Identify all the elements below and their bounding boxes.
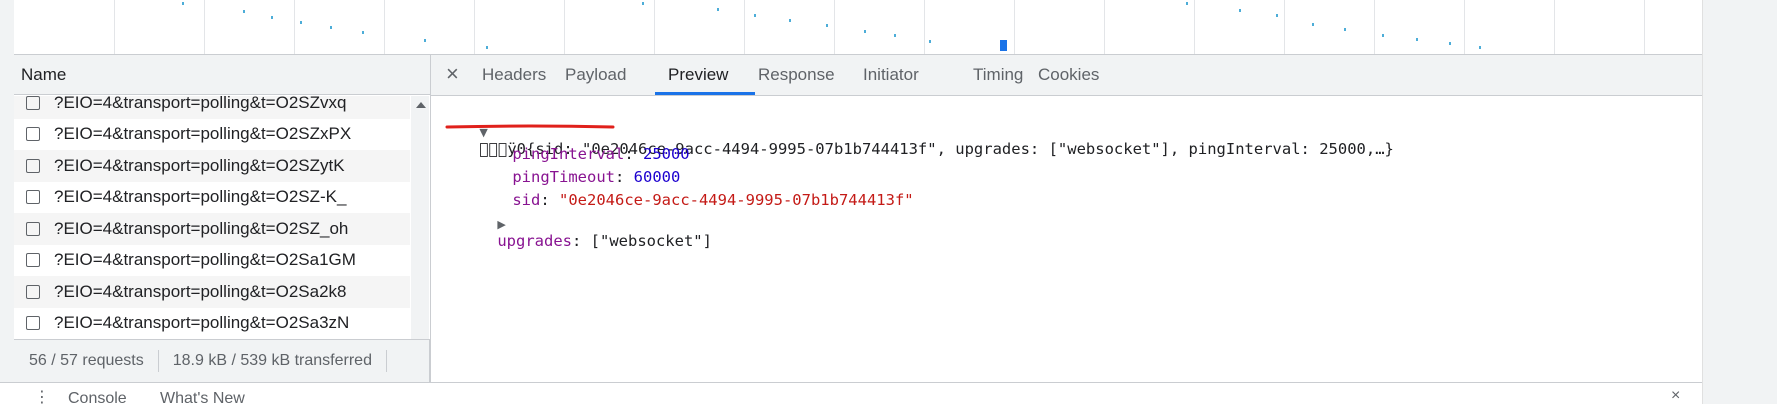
request-row[interactable]: ?EIO=4&transport=polling&t=O2SZytK bbox=[14, 150, 410, 182]
request-row[interactable]: ?EIO=4&transport=polling&t=O2SZvxq bbox=[14, 96, 410, 119]
overview-activity-tick bbox=[1416, 38, 1418, 41]
overview-activity-tick bbox=[642, 2, 644, 5]
request-name: ?EIO=4&transport=polling&t=O2Sa3zN bbox=[54, 313, 350, 333]
property-upgrades[interactable]: ▶ upgrades: ["websocket"] bbox=[460, 196, 712, 268]
overview-gridline bbox=[1644, 0, 1645, 54]
network-overview-timeline[interactable] bbox=[14, 0, 1702, 55]
name-column-header[interactable]: Name bbox=[14, 55, 430, 95]
request-count: 56 / 57 requests bbox=[29, 352, 144, 369]
overview-activity-tick bbox=[789, 19, 791, 22]
overview-selected-request-marker bbox=[1000, 40, 1007, 51]
row-checkbox[interactable] bbox=[26, 253, 40, 268]
overview-activity-tick bbox=[424, 39, 426, 42]
drawer-tab-whats-new[interactable]: What's New bbox=[160, 390, 245, 405]
overview-gridline bbox=[1284, 0, 1285, 54]
overview-activity-tick bbox=[271, 16, 273, 19]
request-row[interactable]: ?EIO=4&transport=polling&t=O2SZ-K_ bbox=[14, 182, 410, 214]
network-status-bar: 56 / 57 requests 18.9 kB / 539 kB transf… bbox=[14, 339, 430, 382]
overview-gridline bbox=[924, 0, 925, 54]
row-checkbox[interactable] bbox=[26, 96, 40, 110]
left-edge bbox=[0, 0, 14, 404]
tab-response[interactable]: Response bbox=[758, 55, 835, 95]
request-name: ?EIO=4&transport=polling&t=O2SZ_oh bbox=[54, 218, 349, 238]
overview-activity-tick bbox=[1344, 28, 1346, 31]
row-checkbox[interactable] bbox=[26, 284, 40, 299]
overview-activity-tick bbox=[826, 24, 828, 27]
overview-activity-tick bbox=[486, 46, 488, 49]
overview-activity-tick bbox=[362, 31, 364, 34]
row-checkbox[interactable] bbox=[26, 190, 40, 205]
expand-triangle-icon[interactable]: ▶ bbox=[497, 218, 505, 231]
overview-gridline bbox=[744, 0, 745, 54]
tab-cookies[interactable]: Cookies bbox=[1038, 55, 1099, 95]
overview-gridline bbox=[384, 0, 385, 54]
request-row[interactable]: ?EIO=4&transport=polling&t=O2Sa1GM bbox=[14, 245, 410, 277]
request-row[interactable]: ?EIO=4&transport=polling&t=O2Sa3zN bbox=[14, 308, 410, 340]
overview-gridline bbox=[294, 0, 295, 54]
overview-activity-tick bbox=[929, 40, 931, 43]
tab-initiator[interactable]: Initiator bbox=[863, 55, 919, 95]
overview-gridline bbox=[1194, 0, 1195, 54]
overview-activity-tick bbox=[300, 21, 302, 24]
overview-gridline bbox=[114, 0, 115, 54]
overview-activity-tick bbox=[1276, 14, 1278, 17]
status-divider bbox=[157, 350, 159, 372]
overview-activity-tick bbox=[717, 8, 719, 11]
row-checkbox[interactable] bbox=[26, 127, 40, 142]
overview-gridline bbox=[654, 0, 655, 54]
request-name: ?EIO=4&transport=polling&t=O2Sa1GM bbox=[54, 250, 356, 270]
request-row[interactable]: ?EIO=4&transport=polling&t=O2Sa2k8 bbox=[14, 276, 410, 308]
drawer-menu-icon[interactable]: ⋮ bbox=[34, 387, 50, 405]
status-divider bbox=[385, 350, 387, 372]
row-checkbox[interactable] bbox=[26, 316, 40, 331]
overview-activity-tick bbox=[1239, 9, 1241, 12]
overview-activity-tick bbox=[243, 10, 245, 13]
request-list-pane: Name ?EIO=4&transport=polling&t=O2SZvxq … bbox=[14, 55, 431, 394]
tab-payload[interactable]: Payload bbox=[565, 55, 626, 95]
overview-activity-tick bbox=[1479, 46, 1481, 49]
request-name: ?EIO=4&transport=polling&t=O2SZxPX bbox=[54, 124, 352, 144]
property-value: ["websocket"] bbox=[590, 232, 712, 250]
right-edge bbox=[1702, 0, 1777, 404]
request-name: ?EIO=4&transport=polling&t=O2SZytK bbox=[54, 155, 345, 175]
request-name: ?EIO=4&transport=polling&t=O2Sa2k8 bbox=[54, 281, 347, 301]
overview-activity-tick bbox=[894, 34, 896, 37]
overview-activity-tick bbox=[1449, 42, 1451, 45]
tab-timing[interactable]: Timing bbox=[973, 55, 1023, 95]
overview-activity-tick bbox=[1186, 2, 1188, 5]
tab-preview[interactable]: Preview bbox=[668, 55, 728, 95]
transfer-size: 18.9 kB / 539 kB transferred bbox=[172, 352, 372, 369]
tab-headers[interactable]: Headers bbox=[482, 55, 546, 95]
overview-activity-tick bbox=[330, 26, 332, 29]
request-name: ?EIO=4&transport=polling&t=O2SZvxq bbox=[54, 96, 347, 112]
overview-gridline bbox=[1374, 0, 1375, 54]
request-name: ?EIO=4&transport=polling&t=O2SZ-K_ bbox=[54, 187, 347, 207]
overview-gridline bbox=[1104, 0, 1105, 54]
detail-tab-bar: × Headers Payload Preview Response Initi… bbox=[431, 55, 1702, 96]
overview-gridline bbox=[204, 0, 205, 54]
property-key: upgrades bbox=[497, 232, 572, 250]
row-checkbox[interactable] bbox=[26, 158, 40, 173]
close-drawer-icon[interactable]: × bbox=[1671, 387, 1680, 405]
overview-activity-tick bbox=[182, 2, 184, 5]
overview-activity-tick bbox=[864, 30, 866, 33]
scroll-up-arrow-icon[interactable] bbox=[416, 102, 426, 108]
overview-activity-tick bbox=[1382, 34, 1384, 37]
overview-gridline bbox=[834, 0, 835, 54]
overview-gridline bbox=[1464, 0, 1465, 54]
close-icon[interactable]: × bbox=[446, 55, 459, 93]
drawer-tab-console[interactable]: Console bbox=[68, 390, 127, 405]
overview-gridline bbox=[1014, 0, 1015, 54]
active-tab-indicator bbox=[655, 92, 755, 95]
overview-activity-tick bbox=[754, 14, 756, 17]
overview-gridline bbox=[564, 0, 565, 54]
request-row[interactable]: ?EIO=4&transport=polling&t=O2SZxPX bbox=[14, 119, 410, 151]
overview-gridline bbox=[1554, 0, 1555, 54]
request-row[interactable]: ?EIO=4&transport=polling&t=O2SZ_oh bbox=[14, 213, 410, 245]
row-checkbox[interactable] bbox=[26, 221, 40, 236]
overview-activity-tick bbox=[1312, 23, 1314, 26]
overview-gridline bbox=[474, 0, 475, 54]
preview-pane: ▼    ÿ0{sid: "0e2046ce-9acc-4494-9995-07… bbox=[431, 96, 1702, 382]
bottom-drawer: ⋮ Console What's New × bbox=[0, 382, 1702, 405]
